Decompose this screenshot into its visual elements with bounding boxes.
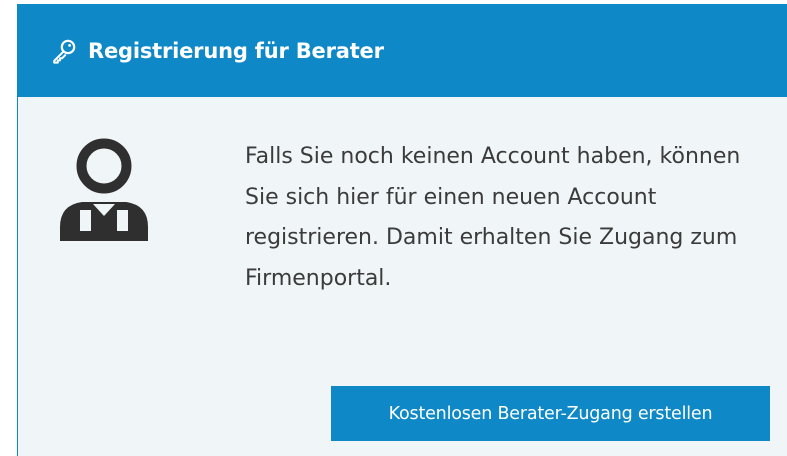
advisor-icon — [54, 135, 154, 247]
key-icon — [51, 38, 77, 64]
create-advisor-account-button[interactable]: Kostenlosen Berater-Zugang erstellen — [331, 386, 770, 441]
card-header: Registrierung für Berater — [18, 5, 787, 97]
registration-card: Registrierung für Berater Falls Sie noch… — [17, 4, 787, 456]
card-title: Registrierung für Berater — [88, 39, 384, 63]
registration-info-text: Falls Sie noch keinen Account haben, kön… — [245, 144, 741, 291]
